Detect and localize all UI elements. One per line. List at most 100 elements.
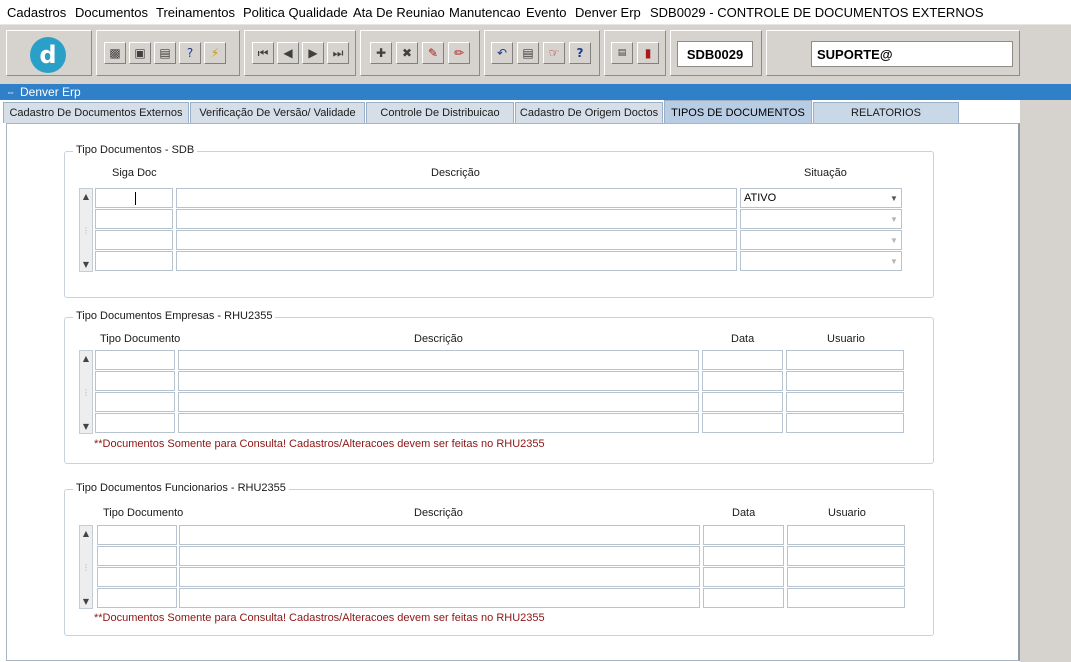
descricao-field[interactable] [179,546,700,566]
form-code-group: SDB0029 [670,30,762,76]
menu-icon[interactable]: ▤ [611,42,633,64]
tipo-documento-field[interactable] [95,392,175,412]
dropdown-arrow-icon[interactable]: ▼ [887,252,901,270]
scroll-down-icon[interactable]: ▼ [80,419,92,433]
situacao-select[interactable]: ATIVO ▼ [740,188,902,208]
toolbar-group-edit: ▩ ▣ ▤ ? ⚡ [96,30,240,76]
cancel-query-icon[interactable]: ✎ [422,42,444,64]
toolbar: d ▩ ▣ ▤ ? ⚡ ⏮ ◀ ▶ ⏭ ✚ ✖ ✎ ✏ ↶ ▤ ☞ ? ▤ ▮ … [0,24,1071,84]
data-field[interactable] [703,525,784,545]
data-field[interactable] [703,546,784,566]
scroll-up-icon[interactable]: ▲ [80,526,92,540]
scroll-thumb[interactable]: ⋮ [80,223,92,237]
form-code-field: SDB0029 [677,41,753,67]
previous-record-icon[interactable]: ◀ [277,42,299,64]
tab-tipos-de-documentos[interactable]: TIPOS DE DOCUMENTOS [664,100,812,124]
scroll-thumb[interactable]: ⋮ [80,385,92,399]
descricao-field[interactable] [176,230,737,250]
scroll-up-icon[interactable]: ▲ [80,189,92,203]
descricao-field[interactable] [176,251,737,271]
tipo-documento-field[interactable] [95,371,175,391]
scrollbar[interactable]: ▲ ⋮ ▼ [79,350,93,434]
menu-cadastros[interactable]: Cadastros [7,5,66,20]
siga-doc-field[interactable] [95,209,173,229]
descricao-field[interactable] [178,392,699,412]
clear-record-icon[interactable]: ✏ [448,42,470,64]
usuario-field[interactable] [786,350,904,370]
usuario-field[interactable] [786,371,904,391]
situacao-select[interactable]: ▼ [740,230,902,250]
descricao-field[interactable] [178,350,699,370]
execute-query-icon[interactable]: ⚡ [204,42,226,64]
scroll-down-icon[interactable]: ▼ [80,257,92,271]
column-header-descricao: Descrição [414,333,463,345]
insert-record-icon[interactable]: ✚ [370,42,392,64]
tab-relatorios[interactable]: RELATORIOS [813,102,959,123]
tipo-documento-field[interactable] [97,567,177,587]
usuario-field[interactable] [787,546,905,566]
tab-cadastro-origem-doctos[interactable]: Cadastro De Origem Doctos [515,102,663,123]
siga-doc-field[interactable] [95,230,173,250]
pointer-icon[interactable]: ☞ [543,42,565,64]
save-icon[interactable]: ▩ [104,42,126,64]
scrollbar[interactable]: ▲ ⋮ ▼ [79,525,93,609]
siga-doc-field[interactable] [95,251,173,271]
scroll-up-icon[interactable]: ▲ [80,351,92,365]
data-field[interactable] [702,392,783,412]
tab-cadastro-documentos-externos[interactable]: Cadastro De Documentos Externos [3,102,189,123]
scrollbar[interactable]: ▲ ⋮ ▼ [79,188,93,272]
usuario-field[interactable] [787,525,905,545]
data-field[interactable] [702,350,783,370]
print-icon[interactable]: ▤ [154,42,176,64]
tab-verificacao-versao-validade[interactable]: Verificação De Versão/ Validade [190,102,365,123]
usuario-field[interactable] [786,413,904,433]
dropdown-arrow-icon[interactable]: ▼ [887,231,901,249]
exit-icon[interactable]: ▮ [637,42,659,64]
last-record-icon[interactable]: ⏭ [327,42,349,64]
tipo-documento-field[interactable] [95,413,175,433]
first-record-icon[interactable]: ⏮ [252,42,274,64]
menu-denver-erp[interactable]: Denver Erp [575,5,641,20]
tipo-documento-field[interactable] [97,588,177,608]
situacao-select[interactable]: ▼ [740,251,902,271]
dropdown-arrow-icon[interactable]: ▼ [887,210,901,228]
tipo-documento-field[interactable] [95,350,175,370]
scroll-thumb[interactable]: ⋮ [80,560,92,574]
menu-documentos[interactable]: Documentos [75,5,148,20]
data-field[interactable] [702,371,783,391]
siga-doc-field[interactable] [95,188,173,208]
descricao-field[interactable] [178,413,699,433]
data-field[interactable] [702,413,783,433]
window-icon[interactable]: ▣ [129,42,151,64]
help-icon[interactable]: ? [569,42,591,64]
descricao-field[interactable] [179,567,700,587]
menu-evento[interactable]: Evento [526,5,566,20]
menu-treinamentos[interactable]: Treinamentos [156,5,235,20]
scroll-down-icon[interactable]: ▼ [80,594,92,608]
tipo-documento-field[interactable] [97,546,177,566]
menu-ata-de-reuniao[interactable]: Ata De Reuniao [353,5,445,20]
descricao-field[interactable] [178,371,699,391]
query-help-icon[interactable]: ? [179,42,201,64]
situacao-value: ATIVO [744,192,777,204]
clipboard-icon[interactable]: ▤ [517,42,539,64]
menu-manutencao[interactable]: Manutencao [449,5,521,20]
undo-icon[interactable]: ↶ [491,42,513,64]
text-cursor [135,191,136,205]
next-record-icon[interactable]: ▶ [302,42,324,64]
usuario-field[interactable] [787,567,905,587]
descricao-field[interactable] [179,525,700,545]
descricao-field[interactable] [176,188,737,208]
tab-controle-distribuicao[interactable]: Controle De Distribuicao [366,102,514,123]
usuario-field[interactable] [787,588,905,608]
menu-politica-qualidade[interactable]: Politica Qualidade [243,5,348,20]
descricao-field[interactable] [179,588,700,608]
usuario-field[interactable] [786,392,904,412]
data-field[interactable] [703,567,784,587]
situacao-select[interactable]: ▼ [740,209,902,229]
delete-record-icon[interactable]: ✖ [396,42,418,64]
descricao-field[interactable] [176,209,737,229]
tipo-documento-field[interactable] [97,525,177,545]
data-field[interactable] [703,588,784,608]
dropdown-arrow-icon[interactable]: ▼ [887,189,901,207]
